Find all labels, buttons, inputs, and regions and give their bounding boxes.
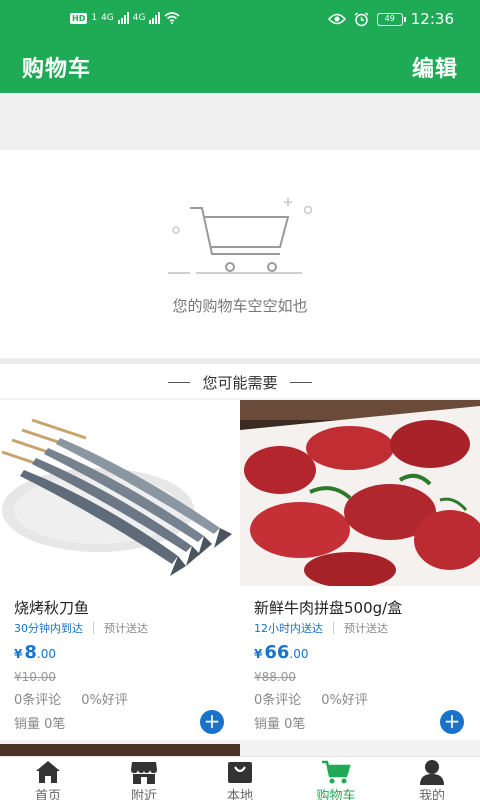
bag-icon bbox=[228, 762, 252, 783]
alarm-icon bbox=[354, 11, 369, 26]
cart-icon bbox=[322, 760, 351, 784]
title-line-left bbox=[168, 382, 191, 383]
price-decimal: .00 bbox=[36, 647, 56, 661]
top-spacer bbox=[0, 93, 480, 150]
signal-icon bbox=[149, 12, 161, 24]
store-icon bbox=[131, 762, 157, 784]
delivery-time: 30分钟内到达 bbox=[14, 622, 83, 635]
delivery-note: 预计送达 bbox=[104, 622, 148, 635]
currency-symbol: ¥ bbox=[14, 647, 23, 661]
original-price: ¥88.00 bbox=[254, 670, 296, 684]
next-product-image-peek bbox=[0, 744, 240, 756]
sim-label: 1 bbox=[91, 13, 98, 23]
home-icon bbox=[36, 761, 60, 783]
status-right: 49 12:36 bbox=[327, 10, 454, 28]
tab-label: 本地 bbox=[226, 789, 253, 800]
tag-divider bbox=[93, 622, 94, 634]
wifi-icon bbox=[164, 12, 181, 24]
product-price: ¥ 66 .00 bbox=[254, 642, 309, 663]
tag-divider bbox=[333, 622, 334, 634]
add-to-cart-button[interactable]: + bbox=[200, 710, 224, 734]
edit-button[interactable]: 编辑 bbox=[412, 51, 458, 83]
delivery-info: 30分钟内到达 预计送达 bbox=[14, 620, 148, 636]
product-image-beef[interactable] bbox=[240, 400, 480, 586]
status-left: HD 1 4G 4G bbox=[70, 12, 181, 24]
recommend-header: 您可能需要 bbox=[0, 364, 480, 398]
tab-cart[interactable]: 购物车 bbox=[288, 757, 384, 800]
product-image-fish[interactable] bbox=[0, 400, 240, 586]
app-header: 购物车 编辑 bbox=[0, 40, 480, 93]
price-integer: 8 bbox=[24, 642, 37, 663]
product-name[interactable]: 新鲜牛肉拼盘500g/盒 bbox=[254, 597, 402, 618]
delivery-info: 12小时内送达 预计送达 bbox=[254, 620, 388, 636]
product-card[interactable]: 新鲜牛肉拼盘500g/盒 12小时内送达 预计送达 ¥ 66 .00 ¥88.0… bbox=[240, 400, 480, 740]
currency-symbol: ¥ bbox=[254, 647, 263, 661]
battery-icon: 49 bbox=[376, 12, 406, 26]
tab-label: 附近 bbox=[130, 789, 157, 800]
original-price: ¥10.00 bbox=[14, 670, 56, 684]
review-count: 0条评论 bbox=[14, 693, 62, 708]
empty-cart-section: 您的购物车空空如也 bbox=[0, 150, 480, 358]
status-bar: HD 1 4G 4G 49 12:36 bbox=[0, 0, 480, 40]
product-card[interactable]: 烧烤秋刀鱼 30分钟内到达 预计送达 ¥ 8 .00 ¥10.00 0条评论 0… bbox=[0, 400, 240, 740]
product-price: ¥ 8 .00 bbox=[14, 642, 56, 663]
sales-count: 销量 0笔 bbox=[14, 717, 66, 732]
signal-icon bbox=[117, 12, 129, 24]
sales-count: 销量 0笔 bbox=[254, 717, 306, 732]
empty-cart-message: 您的购物车空空如也 bbox=[172, 297, 308, 315]
page-title: 购物车 bbox=[22, 57, 92, 82]
network-type-2: 4G bbox=[132, 13, 146, 23]
review-stats: 0条评论 0%好评 bbox=[254, 689, 368, 708]
price-decimal: .00 bbox=[289, 647, 309, 661]
tab-nearby[interactable]: 附近 bbox=[96, 757, 192, 800]
price-integer: 66 bbox=[264, 642, 290, 663]
empty-cart-illustration bbox=[168, 198, 313, 274]
review-count: 0条评论 bbox=[254, 693, 302, 708]
tab-label: 我的 bbox=[418, 789, 445, 800]
delivery-time: 12小时内送达 bbox=[254, 622, 323, 635]
clock-time: 12:36 bbox=[410, 10, 454, 28]
eye-icon bbox=[327, 13, 346, 25]
hd-badge: HD bbox=[70, 12, 88, 24]
tab-local[interactable]: 本地 bbox=[192, 757, 288, 800]
good-rate: 0%好评 bbox=[321, 693, 368, 708]
recommend-title: 您可能需要 bbox=[202, 374, 278, 392]
network-type-1: 4G bbox=[101, 13, 114, 23]
review-stats: 0条评论 0%好评 bbox=[14, 689, 128, 708]
recommend-title-row: 您可能需要 bbox=[0, 372, 480, 393]
user-icon bbox=[420, 760, 444, 785]
tab-profile[interactable]: 我的 bbox=[384, 757, 480, 800]
bottom-tab-bar: 首页 附近 本地 购物车 我的 bbox=[0, 756, 480, 800]
delivery-note: 预计送达 bbox=[344, 622, 388, 635]
add-to-cart-button[interactable]: + bbox=[440, 710, 464, 734]
good-rate: 0%好评 bbox=[81, 693, 128, 708]
tab-label: 首页 bbox=[34, 789, 61, 800]
product-name[interactable]: 烧烤秋刀鱼 bbox=[14, 597, 89, 618]
tab-home[interactable]: 首页 bbox=[0, 757, 96, 800]
tab-label: 购物车 bbox=[316, 789, 356, 800]
title-line-right bbox=[289, 382, 312, 383]
